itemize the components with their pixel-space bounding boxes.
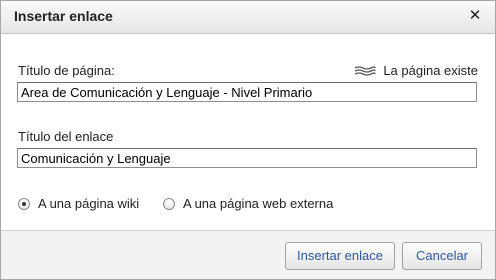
dialog-footer: Insertar enlace Cancelar [1, 230, 495, 279]
close-icon[interactable]: ✕ [465, 6, 485, 26]
radio-external-page-button[interactable] [163, 197, 175, 210]
page-title-label: Título de página: [18, 63, 115, 78]
page-exists-icon [355, 65, 376, 76]
link-title-input[interactable] [17, 148, 477, 168]
page-status-text: La página existe [383, 63, 478, 78]
radio-external-page-label: A una página web externa [183, 196, 334, 211]
dialog-body: Título de página: La página existe Títul… [1, 34, 495, 230]
radio-external-page[interactable]: A una página web externa [163, 196, 333, 211]
radio-wiki-page[interactable]: A una página wiki [18, 196, 139, 211]
insert-link-button[interactable]: Insertar enlace [285, 242, 395, 270]
dialog-title: Insertar enlace [14, 8, 113, 24]
dialog-titlebar[interactable]: Insertar enlace ✕ [1, 1, 495, 34]
radio-wiki-page-button[interactable] [18, 197, 30, 210]
radio-wiki-page-label: A una página wiki [38, 196, 140, 211]
insert-link-dialog: Insertar enlace ✕ Título de página: La p… [0, 0, 496, 280]
page-title-input[interactable] [17, 82, 477, 102]
cancel-button[interactable]: Cancelar [402, 242, 482, 270]
page-status: La página existe [354, 63, 478, 78]
link-title-label: Título del enlace [18, 129, 114, 144]
